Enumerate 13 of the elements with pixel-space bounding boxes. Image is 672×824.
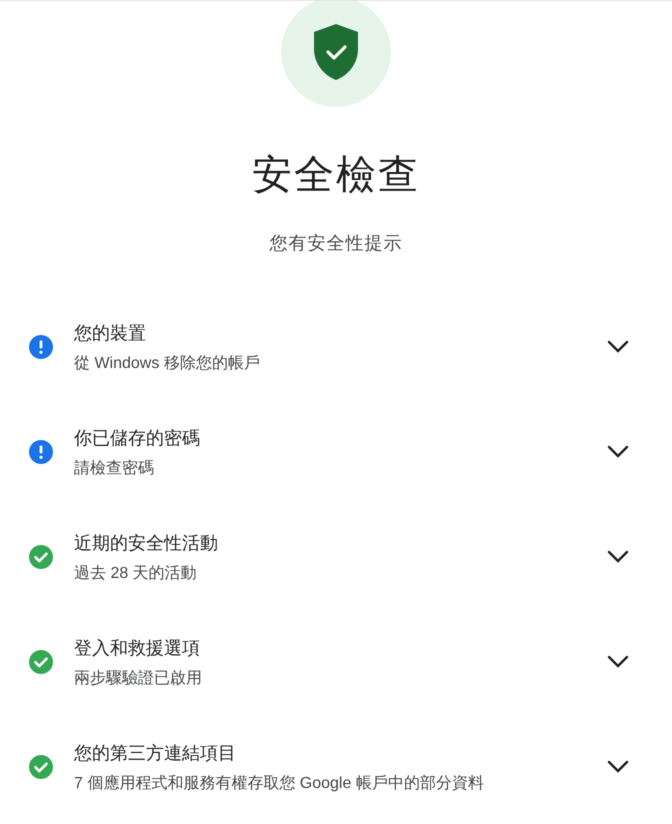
item-detail: 兩步驟驗證已啟用	[74, 668, 203, 688]
item-title: 你已儲存的密碼	[74, 426, 201, 450]
page-title: 安全檢查	[252, 152, 420, 199]
item-title: 您的第三方連結項目	[74, 742, 237, 764]
item-title: 近期的安全性活動	[74, 532, 219, 554]
item-title: 您的裝置	[74, 322, 147, 344]
item-detail: 從 Windows 移除您的帳戶	[74, 354, 261, 374]
shield-check-icon	[312, 23, 360, 81]
item-detail: 7 個應用程式和服務有權存取您 Google 帳戶中的部分資料	[74, 774, 485, 794]
item-detail: 過去 28 天的活動	[74, 564, 198, 584]
item-title: 登入和救援選項	[74, 636, 201, 660]
page-subtitle: 您有安全性提示	[270, 232, 402, 255]
item-detail: 請檢查密碼	[74, 458, 155, 478]
